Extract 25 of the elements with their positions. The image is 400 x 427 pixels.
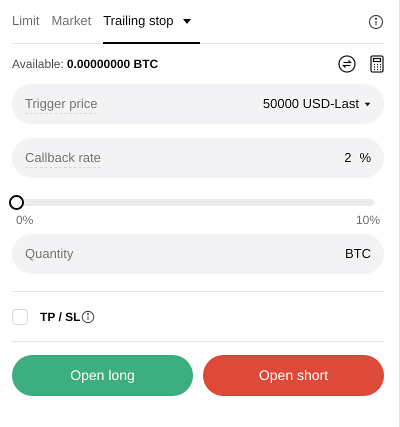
- tp-sl-label: TP / SL: [40, 308, 80, 326]
- info-icon[interactable]: [368, 14, 384, 30]
- available-balance: 0.00000000 BTC: [66, 56, 158, 73]
- slider-thumb[interactable]: [9, 195, 24, 210]
- quantity-placeholder: Quantity: [25, 245, 74, 264]
- percent-unit: %: [359, 149, 371, 168]
- trigger-price-value: 50000 USD-Last: [262, 95, 359, 114]
- callback-rate-value: 2: [344, 149, 352, 168]
- slider-max-label: 10%: [356, 212, 380, 229]
- order-type-tab[interactable]: Limit: [12, 0, 40, 44]
- callback-rate-placeholder: Callback rate: [25, 148, 101, 168]
- swap-icon[interactable]: [338, 55, 356, 73]
- trigger-price-placeholder: Trigger price: [25, 94, 98, 114]
- info-icon[interactable]: [81, 310, 96, 324]
- slider-min-label: 0%: [16, 212, 34, 229]
- open-short-button[interactable]: Open short: [203, 355, 384, 396]
- order-type-tab[interactable]: Market: [51, 0, 92, 44]
- trigger-price-field[interactable]: Trigger price 50000 USD-Last: [12, 84, 384, 124]
- quantity-unit: BTC: [345, 245, 371, 264]
- available-label: Available:: [12, 56, 64, 73]
- quantity-field[interactable]: Quantity BTC: [12, 234, 384, 274]
- callback-rate-field[interactable]: Callback rate 2 %: [12, 138, 384, 178]
- tp-sl-checkbox[interactable]: [12, 308, 28, 324]
- calculator-icon[interactable]: [370, 55, 384, 73]
- order-type-tab[interactable]: Trailing stop: [103, 0, 200, 44]
